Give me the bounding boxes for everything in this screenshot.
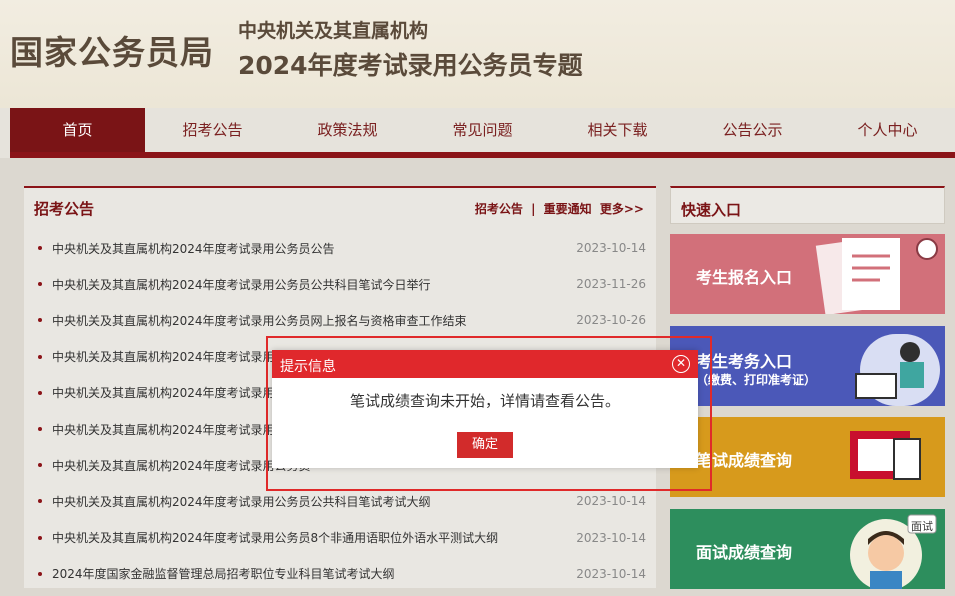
nav-notices[interactable]: 公告公示 (685, 108, 820, 152)
panel-title: 招考公告 (34, 200, 95, 218)
nav-faq[interactable]: 常见问题 (415, 108, 550, 152)
alert-dialog: 提示信息 ✕ 笔试成绩查询未开始，详情请查看公告。 确定 (272, 350, 698, 468)
dialog-title: 提示信息 (280, 359, 336, 375)
bullet-icon (38, 282, 42, 287)
item-title[interactable]: 中央机关及其直属机构2024年度考试录用公务员公告 (52, 240, 570, 257)
quick-entry-label: 考生报名入口 (696, 268, 793, 287)
item-date: 2023-10-14 (576, 530, 646, 545)
item-date: 2023-10-14 (576, 241, 646, 256)
item-title[interactable]: 中央机关及其直属机构2024年度考试录用公务员公共科目笔试今日举行 (52, 276, 570, 293)
quick-entry-registration[interactable]: 考生报名入口 (670, 234, 945, 314)
link-separator: | (531, 202, 536, 216)
quick-entry-interview-score[interactable]: 面试 面试成绩查询 (670, 509, 945, 589)
nav-downloads[interactable]: 相关下载 (550, 108, 685, 152)
header-title: 2024年度考试录用公务员专题 (238, 51, 583, 80)
quick-entry-header: 快速入口 (670, 186, 945, 224)
quick-entry-title: 快速入口 (681, 201, 742, 219)
nav-home[interactable]: 首页 (10, 108, 145, 152)
site-header: 国家公务员局 中央机关及其直属机构 2024年度考试录用公务员专题 (0, 0, 955, 108)
nav-announcements[interactable]: 招考公告 (145, 108, 280, 152)
dialog-header: 提示信息 ✕ (272, 350, 698, 378)
item-date: 2023-11-26 (576, 277, 646, 292)
more-link[interactable]: 更多>> (600, 202, 644, 216)
list-item[interactable]: 中央机关及其直属机构2024年度考试录用公务员公共科目笔试今日举行 2023-11… (38, 266, 646, 302)
nav-policies[interactable]: 政策法规 (280, 108, 415, 152)
bullet-icon (38, 390, 42, 395)
confirm-button[interactable]: 确定 (457, 432, 513, 458)
item-title[interactable]: 中央机关及其直属机构2024年度考试录用公务员8个非通用语职位外语水平测试大纲 (52, 529, 570, 546)
item-date: 2023-10-14 (576, 494, 646, 509)
bullet-icon (38, 318, 42, 323)
bullet-icon (38, 463, 42, 468)
header-subtitle: 中央机关及其直属机构 (238, 20, 429, 42)
bullet-icon (38, 427, 42, 432)
close-icon[interactable]: ✕ (672, 355, 690, 373)
list-item[interactable]: 中央机关及其直属机构2024年度考试录用公务员公告 2023-10-14 (38, 230, 646, 266)
dialog-message: 笔试成绩查询未开始，详情请查看公告。 (349, 392, 620, 410)
item-title[interactable]: 中央机关及其直属机构2024年度考试录用公务员公共科目笔试考试大纲 (52, 493, 570, 510)
item-date: 2023-10-26 (576, 313, 646, 328)
bullet-icon (38, 571, 42, 576)
link-announcements[interactable]: 招考公告 (475, 202, 523, 216)
bullet-icon (38, 499, 42, 504)
link-important-notices[interactable]: 重要通知 (544, 202, 592, 216)
list-item[interactable]: 中央机关及其直属机构2024年度考试录用公务员8个非通用语职位外语水平测试大纲 2… (38, 520, 646, 556)
quick-entry-label: 面试成绩查询 (696, 543, 793, 562)
item-title[interactable]: 2024年度国家金融监督管理总局招考职位专业科目笔试考试大纲 (52, 565, 570, 582)
bullet-icon (38, 246, 42, 251)
quick-entry-sublabel: （缴费、打印准考证） (696, 373, 817, 387)
main-nav: 首页 招考公告 政策法规 常见问题 相关下载 公告公示 个人中心 (10, 108, 955, 152)
panel-links: 招考公告 | 重要通知 更多>> (471, 200, 644, 217)
bullet-icon (38, 535, 42, 540)
interview-badge: 面试 (911, 520, 933, 533)
bullet-icon (38, 354, 42, 359)
nav-personal-center[interactable]: 个人中心 (820, 108, 955, 152)
list-item[interactable]: 2024年度国家金融监督管理总局招考职位专业科目笔试考试大纲 2023-10-14 (38, 556, 646, 592)
list-item[interactable]: 中央机关及其直属机构2024年度考试录用公务员网上报名与资格审查工作结束 2023… (38, 302, 646, 338)
item-date: 2023-10-14 (576, 566, 646, 581)
site-logo[interactable]: 国家公务员局 (10, 26, 214, 74)
item-title[interactable]: 中央机关及其直属机构2024年度考试录用公务员网上报名与资格审查工作结束 (52, 312, 570, 329)
